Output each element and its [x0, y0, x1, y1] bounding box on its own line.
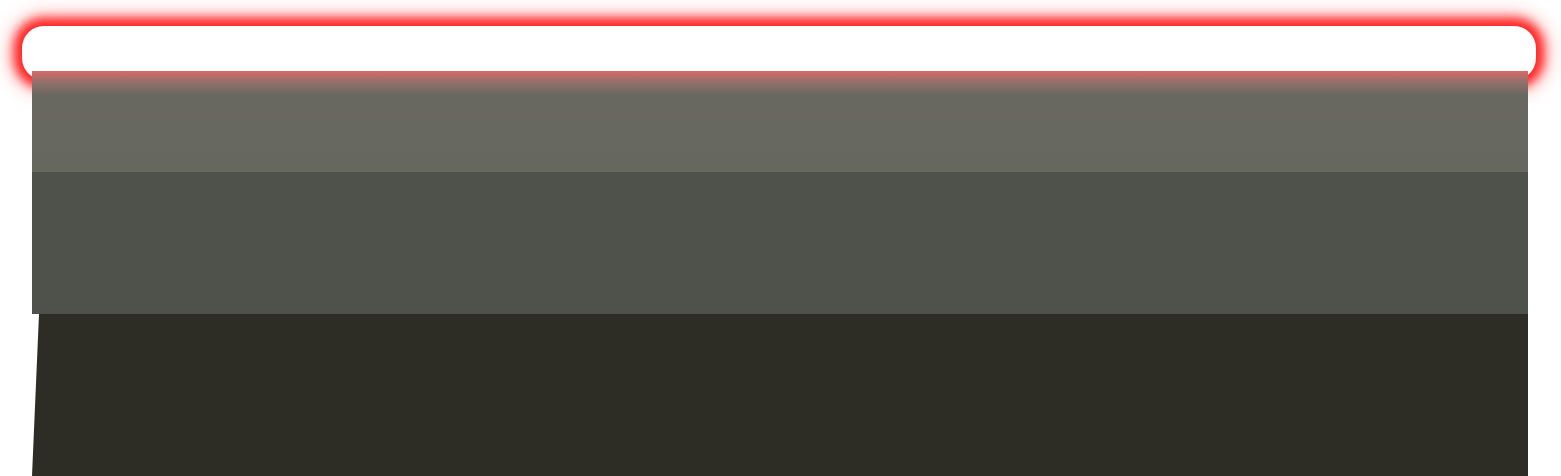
screenshot-viewport	[0, 0, 1561, 476]
middle-band	[32, 172, 1528, 314]
content-panel	[32, 33, 1528, 476]
lower-band	[32, 314, 1528, 476]
header-bar[interactable]	[32, 33, 1528, 71]
upper-band	[32, 71, 1528, 172]
